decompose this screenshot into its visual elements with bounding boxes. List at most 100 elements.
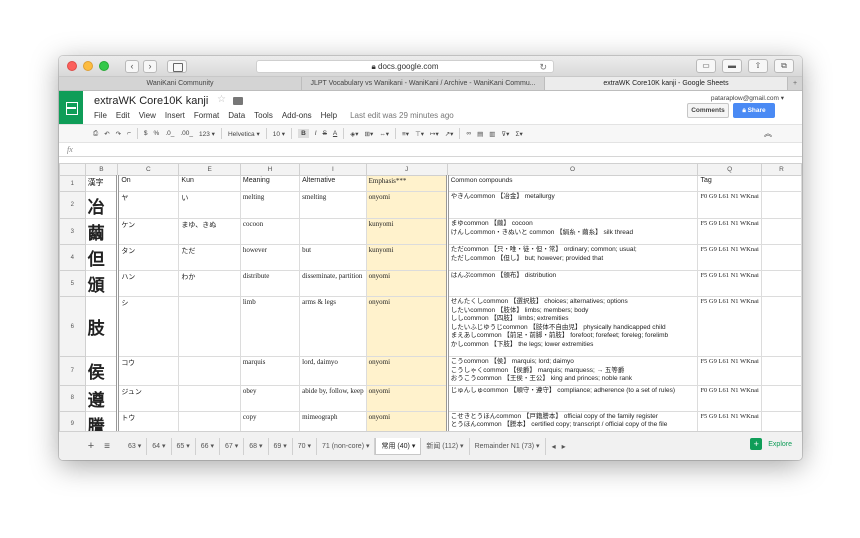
row-number[interactable]: 2 <box>59 191 86 219</box>
sheet-tab[interactable]: 常用 (40) ▾ <box>375 437 422 455</box>
emphasis-cell[interactable]: onyomi <box>365 296 449 357</box>
font-family-dropdown[interactable]: Helvetica ▾ <box>228 130 260 138</box>
close-icon[interactable] <box>67 61 77 71</box>
emphasis-cell[interactable]: kunyomi <box>365 244 449 271</box>
zoom-icon[interactable] <box>99 61 109 71</box>
increase-decimal-button[interactable]: .00_ <box>180 130 193 137</box>
paint-format-icon[interactable]: ⌐ <box>127 130 131 137</box>
column-header[interactable]: C <box>117 163 180 176</box>
meaning-cell[interactable]: limb <box>239 296 301 357</box>
back-icon[interactable]: ‹ <box>125 59 139 73</box>
star-icon[interactable]: ☆ <box>217 94 226 105</box>
meaning-cell[interactable]: marquis <box>239 356 301 386</box>
kun-reading-cell[interactable] <box>178 356 241 386</box>
sheet-tab[interactable]: 64 ▾ <box>147 437 172 455</box>
decrease-decimal-button[interactable]: .0_ <box>165 130 174 137</box>
add-sheet-icon[interactable]: + <box>83 440 99 452</box>
text-rotation-icon[interactable]: ↗▾ <box>445 130 454 138</box>
formula-bar[interactable]: fx <box>59 143 802 157</box>
browser-tab[interactable]: WaniKani Community <box>59 77 302 90</box>
empty-cell[interactable] <box>760 191 802 219</box>
compounds-cell[interactable]: まゆcommon 【繭】 cocoon けんしcommon・きぬいと common… <box>446 218 699 245</box>
row-number[interactable]: 8 <box>59 384 86 412</box>
spreadsheet-grid[interactable]: B C E H I J O Q R 1 漢字 On Kun Meaning Alterna… <box>59 163 802 431</box>
column-header[interactable]: J <box>365 163 448 176</box>
minimize-icon[interactable] <box>83 61 93 71</box>
column-header[interactable]: E <box>178 163 241 176</box>
font-size-dropdown[interactable]: 10 ▾ <box>273 130 285 138</box>
empty-cell[interactable] <box>760 270 802 297</box>
row-number[interactable]: 3 <box>59 218 86 245</box>
menu-insert[interactable]: Insert <box>165 111 185 120</box>
sheet-scroll-arrows-icon[interactable]: ◂▸ <box>552 442 572 451</box>
on-reading-cell[interactable]: ハン <box>117 270 180 297</box>
functions-icon[interactable]: Σ▾ <box>515 130 522 138</box>
redo-icon[interactable]: ↷ <box>116 130 121 138</box>
sheet-tab[interactable]: 新闻 (112) ▾ <box>421 437 470 455</box>
kanji-cell[interactable]: 頒 <box>84 270 120 297</box>
share-page-icon[interactable]: ⇧ <box>748 59 768 73</box>
emphasis-cell[interactable]: onyomi <box>365 356 449 386</box>
tag-cell[interactable]: F5 G9 L61 N1 WKnai <box>697 244 762 271</box>
kun-reading-cell[interactable]: Kun <box>178 175 241 192</box>
menu-view[interactable]: View <box>139 111 156 120</box>
document-title[interactable]: extraWK Core10K kanji <box>94 95 208 107</box>
tag-cell[interactable]: F5 G9 L61 N1 WKnai <box>697 270 762 297</box>
tag-cell[interactable]: F5 G9 L61 N1 WKnai <box>697 410 762 431</box>
menu-help[interactable]: Help <box>321 111 337 120</box>
kanji-cell[interactable]: 繭 <box>84 218 120 245</box>
share-button[interactable]: 🔒︎ Share <box>733 103 775 118</box>
sheet-tab[interactable]: 63 ▾ <box>123 437 148 455</box>
column-header[interactable]: R <box>760 163 802 176</box>
text-wrap-icon[interactable]: ↦▾ <box>430 130 439 138</box>
on-reading-cell[interactable]: ヤ <box>117 191 180 219</box>
kanji-cell[interactable]: 侯 <box>84 356 120 386</box>
emphasis-cell[interactable]: onyomi <box>365 384 449 412</box>
sheet-tab[interactable]: 68 ▾ <box>244 437 269 455</box>
on-reading-cell[interactable]: コウ <box>117 356 180 386</box>
insert-chart-icon[interactable]: ▥ <box>489 130 495 138</box>
menu-edit[interactable]: Edit <box>116 111 130 120</box>
row-number[interactable]: 7 <box>59 356 86 386</box>
emphasis-cell[interactable]: onyomi <box>365 410 449 431</box>
menu-format[interactable]: Format <box>194 111 219 120</box>
kanji-cell[interactable]: 遵 <box>84 384 120 412</box>
kanji-cell[interactable]: 但 <box>84 244 120 271</box>
row-number[interactable]: 1 <box>59 175 86 192</box>
compounds-cell[interactable]: やきんcommon 【冶金】 metallurgy <box>446 191 699 219</box>
reader-icon[interactable]: ▭ <box>696 59 716 73</box>
reload-icon[interactable]: ↻ <box>539 61 547 73</box>
all-sheets-icon[interactable]: ≡ <box>99 441 115 452</box>
browser-tab-active[interactable]: extraWK Core10K kanji - Google Sheets <box>545 77 788 90</box>
tag-cell[interactable]: F5 G9 L61 N1 WKnai <box>697 356 762 386</box>
column-header[interactable]: Q <box>697 163 762 176</box>
meaning-cell[interactable]: obey <box>239 384 301 412</box>
meaning-cell[interactable]: Meaning <box>239 175 301 192</box>
filter-icon[interactable]: ⊽▾ <box>501 130 509 138</box>
corner-cell[interactable] <box>59 163 86 176</box>
kun-reading-cell[interactable] <box>178 296 241 357</box>
row-number[interactable]: 4 <box>59 244 86 271</box>
column-header[interactable]: I <box>299 163 367 176</box>
kanji-cell[interactable]: 謄 <box>84 410 120 431</box>
kanji-cell[interactable]: 冶 <box>84 191 120 219</box>
meaning-cell[interactable]: melting <box>239 191 301 219</box>
on-reading-cell[interactable]: シ <box>117 296 180 357</box>
menu-data[interactable]: Data <box>228 111 245 120</box>
alternative-cell[interactable]: abide by, follow, keep <box>299 384 367 412</box>
alternative-cell[interactable]: arms & legs <box>299 296 367 357</box>
kun-reading-cell[interactable] <box>178 384 241 412</box>
row-number[interactable]: 9 <box>59 410 86 431</box>
emphasis-cell[interactable]: onyomi <box>365 270 449 297</box>
tabs-overview-icon[interactable]: ⧉ <box>774 59 794 73</box>
kun-reading-cell[interactable]: わか <box>178 270 241 297</box>
on-reading-cell[interactable]: ジュン <box>117 384 180 412</box>
menu-addons[interactable]: Add-ons <box>282 111 312 120</box>
insert-comment-icon[interactable]: ▤ <box>477 130 483 138</box>
meaning-cell[interactable]: cocoon <box>239 218 301 245</box>
alternative-cell[interactable]: but <box>299 244 367 271</box>
column-header[interactable]: O <box>446 163 699 176</box>
strikethrough-button[interactable]: S <box>323 130 327 137</box>
meaning-cell[interactable]: however <box>239 244 301 271</box>
currency-format-button[interactable]: $ <box>144 130 148 137</box>
